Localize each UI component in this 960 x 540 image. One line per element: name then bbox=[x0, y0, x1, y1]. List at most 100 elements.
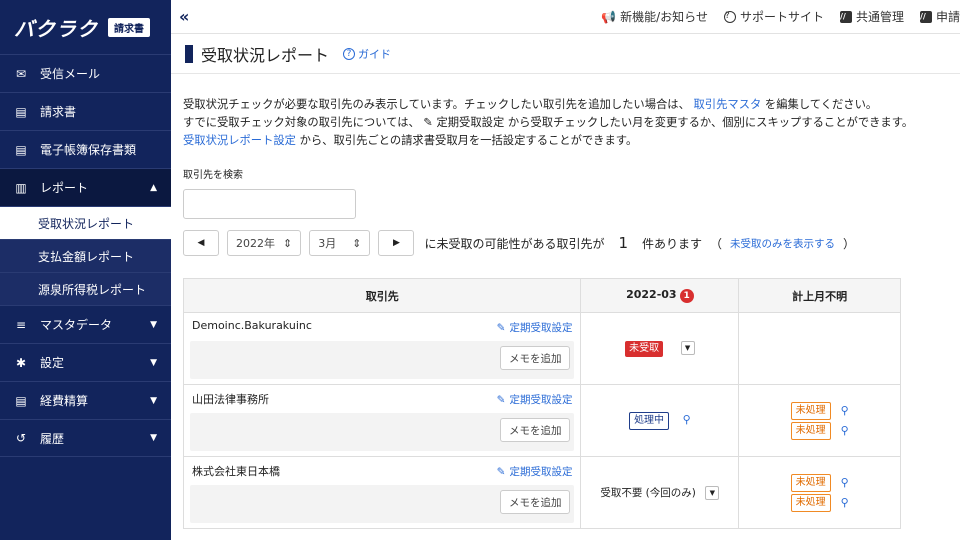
edit-icon: ✎ bbox=[496, 393, 506, 406]
month-status-cell: 受取不要 (今回のみ) ▼ bbox=[580, 456, 740, 529]
main-content: 受取状況レポート ? ガイド 受取状況チェックが必要な取引先のみ表示しています。チ… bbox=[171, 34, 960, 540]
status-dropdown[interactable]: ▼ bbox=[680, 340, 695, 355]
edit-icon: ✎ bbox=[496, 465, 506, 478]
topbar: « 📢 新機能/お知らせ ? サポートサイト //共通管理 //申請 bbox=[171, 0, 960, 34]
document-icon: ▤ bbox=[15, 142, 27, 157]
news-link[interactable]: 📢 新機能/お知らせ bbox=[601, 8, 708, 25]
caret-left-icon: ◀ bbox=[197, 238, 205, 248]
chevron-down-icon: ▼ bbox=[150, 433, 157, 443]
show-unreceived-link[interactable]: 未受取のみを表示する bbox=[730, 236, 835, 251]
sidebar-item-inbox[interactable]: ✉ 受信メール bbox=[0, 54, 171, 92]
sidebar-item-label: 電子帳簿保存書類 bbox=[40, 143, 137, 157]
chevron-down-icon: ▼ bbox=[150, 319, 157, 330]
col-month-label: 2022-03 bbox=[626, 288, 677, 301]
sidebar-item-history[interactable]: ↺ 履歴 ▼ bbox=[0, 419, 171, 457]
next-month-button[interactable]: ▶ bbox=[378, 230, 415, 256]
status-badge[interactable]: 未処理 bbox=[790, 421, 831, 440]
sidebar: バクラク 請求書 ✉ 受信メール ▤ 請求書 ▤ 電子帳簿保存書類 ▥ レポート… bbox=[0, 0, 171, 540]
company-cell: Demoinc.Bakurakuinc ✎ 定期受取設定 メモを追加 bbox=[182, 312, 582, 385]
month-value: 3月 bbox=[318, 237, 337, 250]
status-badge[interactable]: 処理中 bbox=[629, 411, 670, 430]
chevron-down-icon: ▼ bbox=[150, 395, 157, 406]
sidebar-item-ebook[interactable]: ▤ 電子帳簿保存書類 bbox=[0, 130, 171, 168]
table-row: 山田法律事務所 ✎ 定期受取設定 メモを追加 処理中 ⚲ 未処理 ⚲ 未処理 ⚲ bbox=[182, 384, 901, 457]
help-icon: ? bbox=[723, 10, 736, 23]
company-name: 株式会社東日本橋 bbox=[192, 465, 280, 478]
status-text: 受取不要 (今回のみ) bbox=[600, 487, 696, 499]
magnifier-icon[interactable]: ⚲ bbox=[841, 404, 849, 417]
desc-line-3: 受取状況レポート設定 から、取引先ごとの請求書受取月を一括設定することができます… bbox=[183, 132, 948, 150]
periodic-receipt-setting-link[interactable]: ✎ 定期受取設定 bbox=[497, 392, 573, 407]
status-badge[interactable]: 未処理 bbox=[790, 493, 831, 512]
sidebar-item-invoices[interactable]: ▤ 請求書 bbox=[0, 92, 171, 130]
support-link[interactable]: ? サポートサイト bbox=[723, 8, 824, 25]
status-dropdown[interactable]: ▼ bbox=[705, 486, 720, 500]
megaphone-icon: 📢 bbox=[601, 9, 617, 24]
logo[interactable]: バクラク 請求書 bbox=[0, 0, 171, 54]
table-row: 株式会社東日本橋 ✎ 定期受取設定 メモを追加 受取不要 (今回のみ) ▼ 未処理… bbox=[182, 456, 901, 529]
magnifier-icon[interactable]: ⚲ bbox=[841, 424, 849, 437]
count-text-b: 件あります bbox=[642, 236, 703, 251]
document-icon: ▤ bbox=[15, 104, 27, 119]
title-accent bbox=[185, 44, 193, 63]
apply-link[interactable]: //申請 bbox=[919, 8, 960, 25]
periodic-receipt-setting-link[interactable]: ✎ 定期受取設定 bbox=[497, 320, 573, 335]
sidebar-item-master[interactable]: ≡ マスタデータ ▼ bbox=[0, 305, 171, 343]
magnifier-icon[interactable]: ⚲ bbox=[841, 476, 849, 489]
sidebar-item-label: レポート bbox=[40, 181, 89, 195]
search-input[interactable] bbox=[183, 189, 356, 219]
edit-icon: ✎ bbox=[423, 116, 433, 129]
sidebar-item-reports[interactable]: ▥ レポート ▲ bbox=[0, 168, 171, 206]
status-badge[interactable]: 未処理 bbox=[790, 473, 831, 492]
chevron-up-icon: ▲ bbox=[150, 182, 157, 193]
table-row: Demoinc.Bakurakuinc ✎ 定期受取設定 メモを追加 未受取 ▼ bbox=[182, 312, 901, 385]
teiki-label: 定期受取設定 bbox=[509, 466, 573, 478]
support-label: サポートサイト bbox=[739, 10, 824, 24]
common-admin-link[interactable]: //共通管理 bbox=[839, 8, 904, 25]
edit-icon: ✎ bbox=[496, 321, 506, 334]
common-label: 共通管理 bbox=[855, 10, 904, 24]
count-value: 1 bbox=[618, 234, 628, 252]
caret-right-icon: ▶ bbox=[392, 238, 400, 248]
description: 受取状況チェックが必要な取引先のみ表示しています。チェックしたい取引先を追加した… bbox=[171, 74, 960, 150]
month-select[interactable]: 3月 ⇕ bbox=[309, 230, 371, 256]
unknown-month-cell: 未処理 ⚲ 未処理 ⚲ bbox=[738, 456, 901, 529]
col-unknown: 計上月不明 bbox=[738, 278, 901, 313]
add-memo-button[interactable]: メモを追加 bbox=[499, 490, 571, 514]
sidebar-subitem-tax-report[interactable]: 源泉所得税レポート bbox=[0, 272, 171, 305]
magnifier-icon[interactable]: ⚲ bbox=[683, 413, 691, 426]
periodic-receipt-setting-link[interactable]: ✎ 定期受取設定 bbox=[497, 464, 573, 479]
unknown-month-cell: 未処理 ⚲ 未処理 ⚲ bbox=[738, 384, 901, 457]
partner-master-link[interactable]: 取引先マスタ bbox=[694, 98, 762, 111]
status-badge: 未受取 bbox=[625, 340, 664, 357]
top-links: 📢 新機能/お知らせ ? サポートサイト //共通管理 //申請 bbox=[601, 8, 960, 25]
teiki-label: 定期受取設定 bbox=[509, 322, 573, 334]
guide-link[interactable]: ? ガイド bbox=[343, 46, 391, 62]
sidebar-item-label: マスタデータ bbox=[40, 318, 113, 332]
sidebar-subitem-receipt-report[interactable]: 受取状況レポート bbox=[0, 206, 171, 239]
desc-text: 受取状況チェックが必要な取引先のみ表示しています。チェックしたい取引先を追加した… bbox=[183, 98, 690, 111]
prev-month-button[interactable]: ◀ bbox=[183, 230, 219, 256]
magnifier-icon[interactable]: ⚲ bbox=[841, 496, 849, 509]
add-memo-button[interactable]: メモを追加 bbox=[499, 346, 571, 370]
year-select[interactable]: 2022年 ⇕ bbox=[227, 230, 302, 256]
sidebar-item-settings[interactable]: ✱ 設定 ▼ bbox=[0, 343, 171, 381]
gear-icon: ✱ bbox=[15, 355, 27, 370]
period-controls: ◀ 2022年 ⇕ 3月 ⇕ ▶ に未受取の可能性がある取引先が 1 件あります （… bbox=[183, 230, 960, 256]
add-memo-button[interactable]: メモを追加 bbox=[499, 418, 571, 442]
status-badge[interactable]: 未処理 bbox=[790, 401, 831, 420]
sidebar-item-expense[interactable]: ▤ 経費精算 ▼ bbox=[0, 381, 171, 419]
logo-badge: 請求書 bbox=[108, 17, 150, 37]
search-label: 取引先を検索 bbox=[183, 170, 243, 181]
collapse-sidebar-icon[interactable]: « bbox=[179, 7, 189, 26]
sidebar-item-label: 経費精算 bbox=[40, 394, 89, 408]
history-icon: ↺ bbox=[15, 431, 27, 445]
report-settings-link[interactable]: 受取状況レポート設定 bbox=[183, 134, 296, 147]
col-company: 取引先 bbox=[182, 278, 582, 313]
month-count-badge: 1 bbox=[679, 289, 694, 303]
year-value: 2022年 bbox=[236, 237, 275, 250]
company-name: 山田法律事務所 bbox=[192, 393, 269, 406]
teiki-label: 定期受取設定 bbox=[509, 394, 573, 406]
sidebar-item-label: 履歴 bbox=[40, 431, 65, 446]
sidebar-subitem-payment-report[interactable]: 支払金額レポート bbox=[0, 239, 171, 272]
